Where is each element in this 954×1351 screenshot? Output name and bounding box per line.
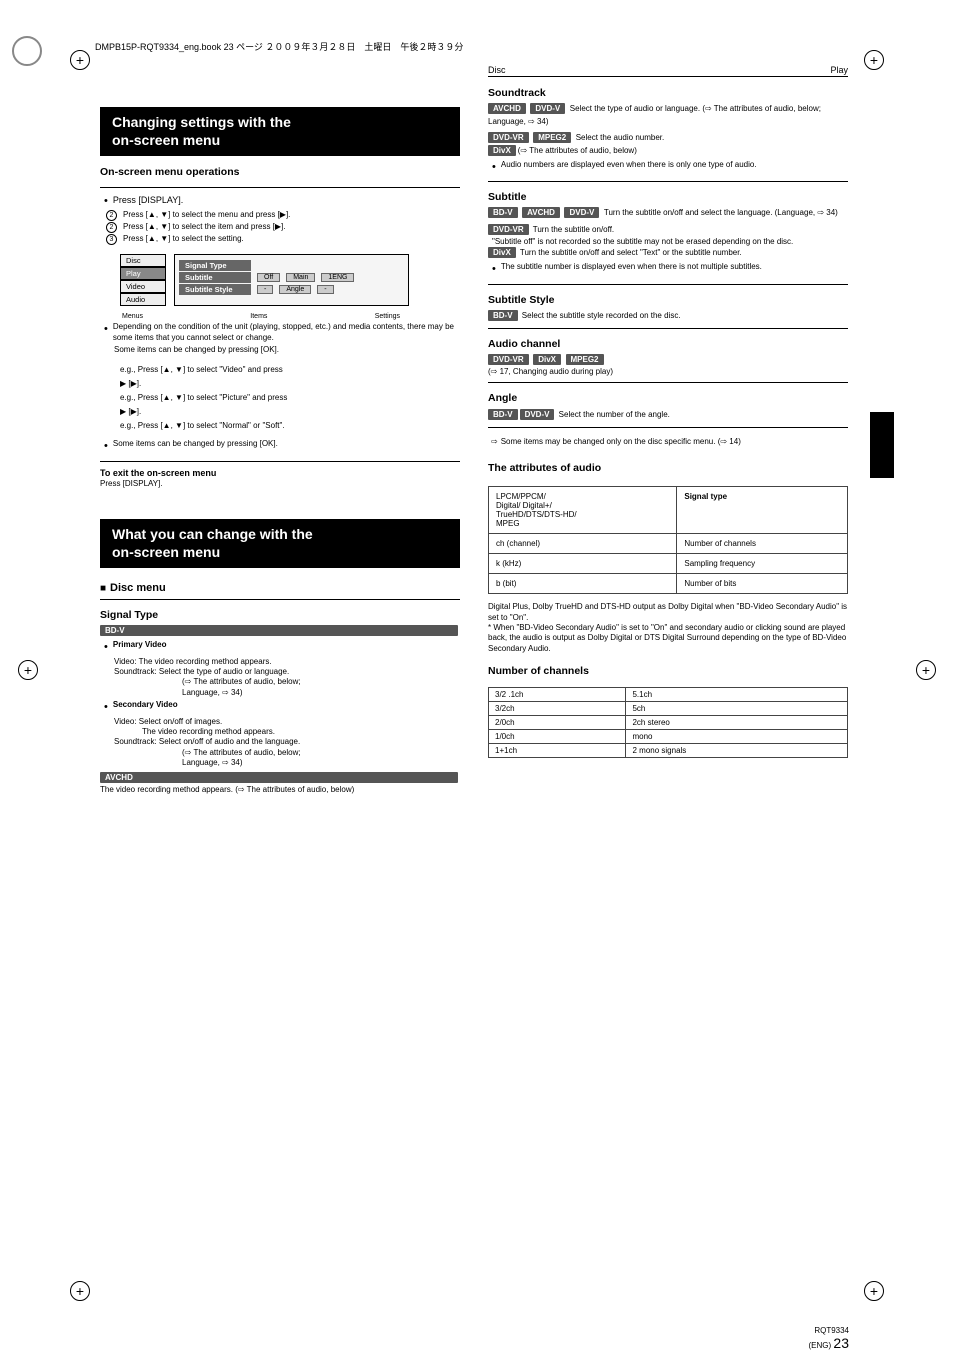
menu-tab-audio: Audio — [120, 293, 166, 306]
side-tab-strip — [870, 345, 894, 545]
left-column: Changing settings with the on-screen men… — [100, 77, 460, 1316]
exit-body: Press [DISPLAY]. — [100, 479, 460, 489]
osm-heading: On-screen menu operations — [100, 165, 460, 179]
signal-type-heading: Signal Type — [100, 608, 460, 622]
right-column: DiscPlay Soundtrack AVCHD DVD-V Select t… — [488, 77, 848, 1316]
page-header-filename: DMPB15P-RQT9334_eng.book 23 ページ ２００９年３月２… — [0, 0, 954, 59]
note-ok-change: Some items can be changed by pressing [O… — [100, 345, 460, 355]
page-number: 23 — [833, 1335, 849, 1351]
registration-mark — [70, 50, 90, 70]
disc-menu-heading: Disc menu — [100, 582, 166, 594]
diagram-label-settings: Settings — [375, 313, 400, 320]
doc-code: RQT9334 — [814, 1326, 849, 1335]
soundtrack-heading: Soundtrack — [488, 86, 848, 100]
channels-heading: Number of channels — [488, 664, 848, 678]
menu-tab-play: Play — [120, 267, 166, 280]
tag-bdv: BD-V — [100, 625, 458, 636]
menu-tab-disc: Disc — [120, 254, 166, 267]
registration-mark — [70, 1281, 90, 1301]
spiral-icon — [12, 36, 42, 66]
tag-avchd: AVCHD — [100, 772, 458, 783]
step-2: 2Press [▲, ▼] to select the menu and pre… — [106, 210, 460, 221]
registration-mark — [916, 660, 936, 680]
registration-mark — [864, 50, 884, 70]
registration-mark — [18, 660, 38, 680]
column-header: DiscPlay — [488, 65, 848, 77]
diagram-label-menus: Menus — [122, 313, 143, 320]
osm-menu-diagram: Disc Play Video Audio Signal Type Subtit… — [120, 254, 460, 306]
note-disabled-items: Depending on the condition of the unit (… — [104, 322, 460, 343]
filename-text: DMPB15P-RQT9334_eng.book 23 ページ ２００９年３月２… — [95, 40, 463, 53]
primary-video: Primary Video — [104, 640, 460, 654]
channels-table: 3/2 .1ch5.1ch 3/2ch5ch 2/0ch2ch stereo 1… — [488, 687, 848, 758]
attributes-table: LPCM/PPCM/ Digital/ Digital+/ TrueHD/DTS… — [488, 486, 848, 594]
section-banner-onscreen: Changing settings with the on-screen men… — [100, 107, 460, 156]
step-4: 3Press [▲, ▼] to select the setting. — [106, 234, 460, 245]
secondary-video: Secondary Video — [104, 700, 460, 714]
attributes-heading: The attributes of audio — [488, 461, 848, 475]
note-ok-change-2: Some items can be changed by pressing [O… — [113, 439, 278, 453]
subtitle-heading: Subtitle — [488, 190, 848, 204]
exit-heading: To exit the on-screen menu — [100, 467, 460, 479]
subtitle-style-heading: Subtitle Style — [488, 293, 848, 307]
step-1: Press [DISPLAY]. — [104, 195, 460, 207]
menu-tab-video: Video — [120, 280, 166, 293]
angle-heading: Angle — [488, 391, 848, 405]
audio-channel-heading: Audio channel — [488, 337, 848, 351]
diagram-label-items: Items — [250, 313, 267, 320]
step-3: 2Press [▲, ▼] to select the item and pre… — [106, 222, 460, 233]
section-banner-whatchange: What you can change with the on-screen m… — [100, 519, 460, 568]
registration-mark — [864, 1281, 884, 1301]
page-footer: RQT9334 (ENG) 23 — [0, 1316, 954, 1351]
